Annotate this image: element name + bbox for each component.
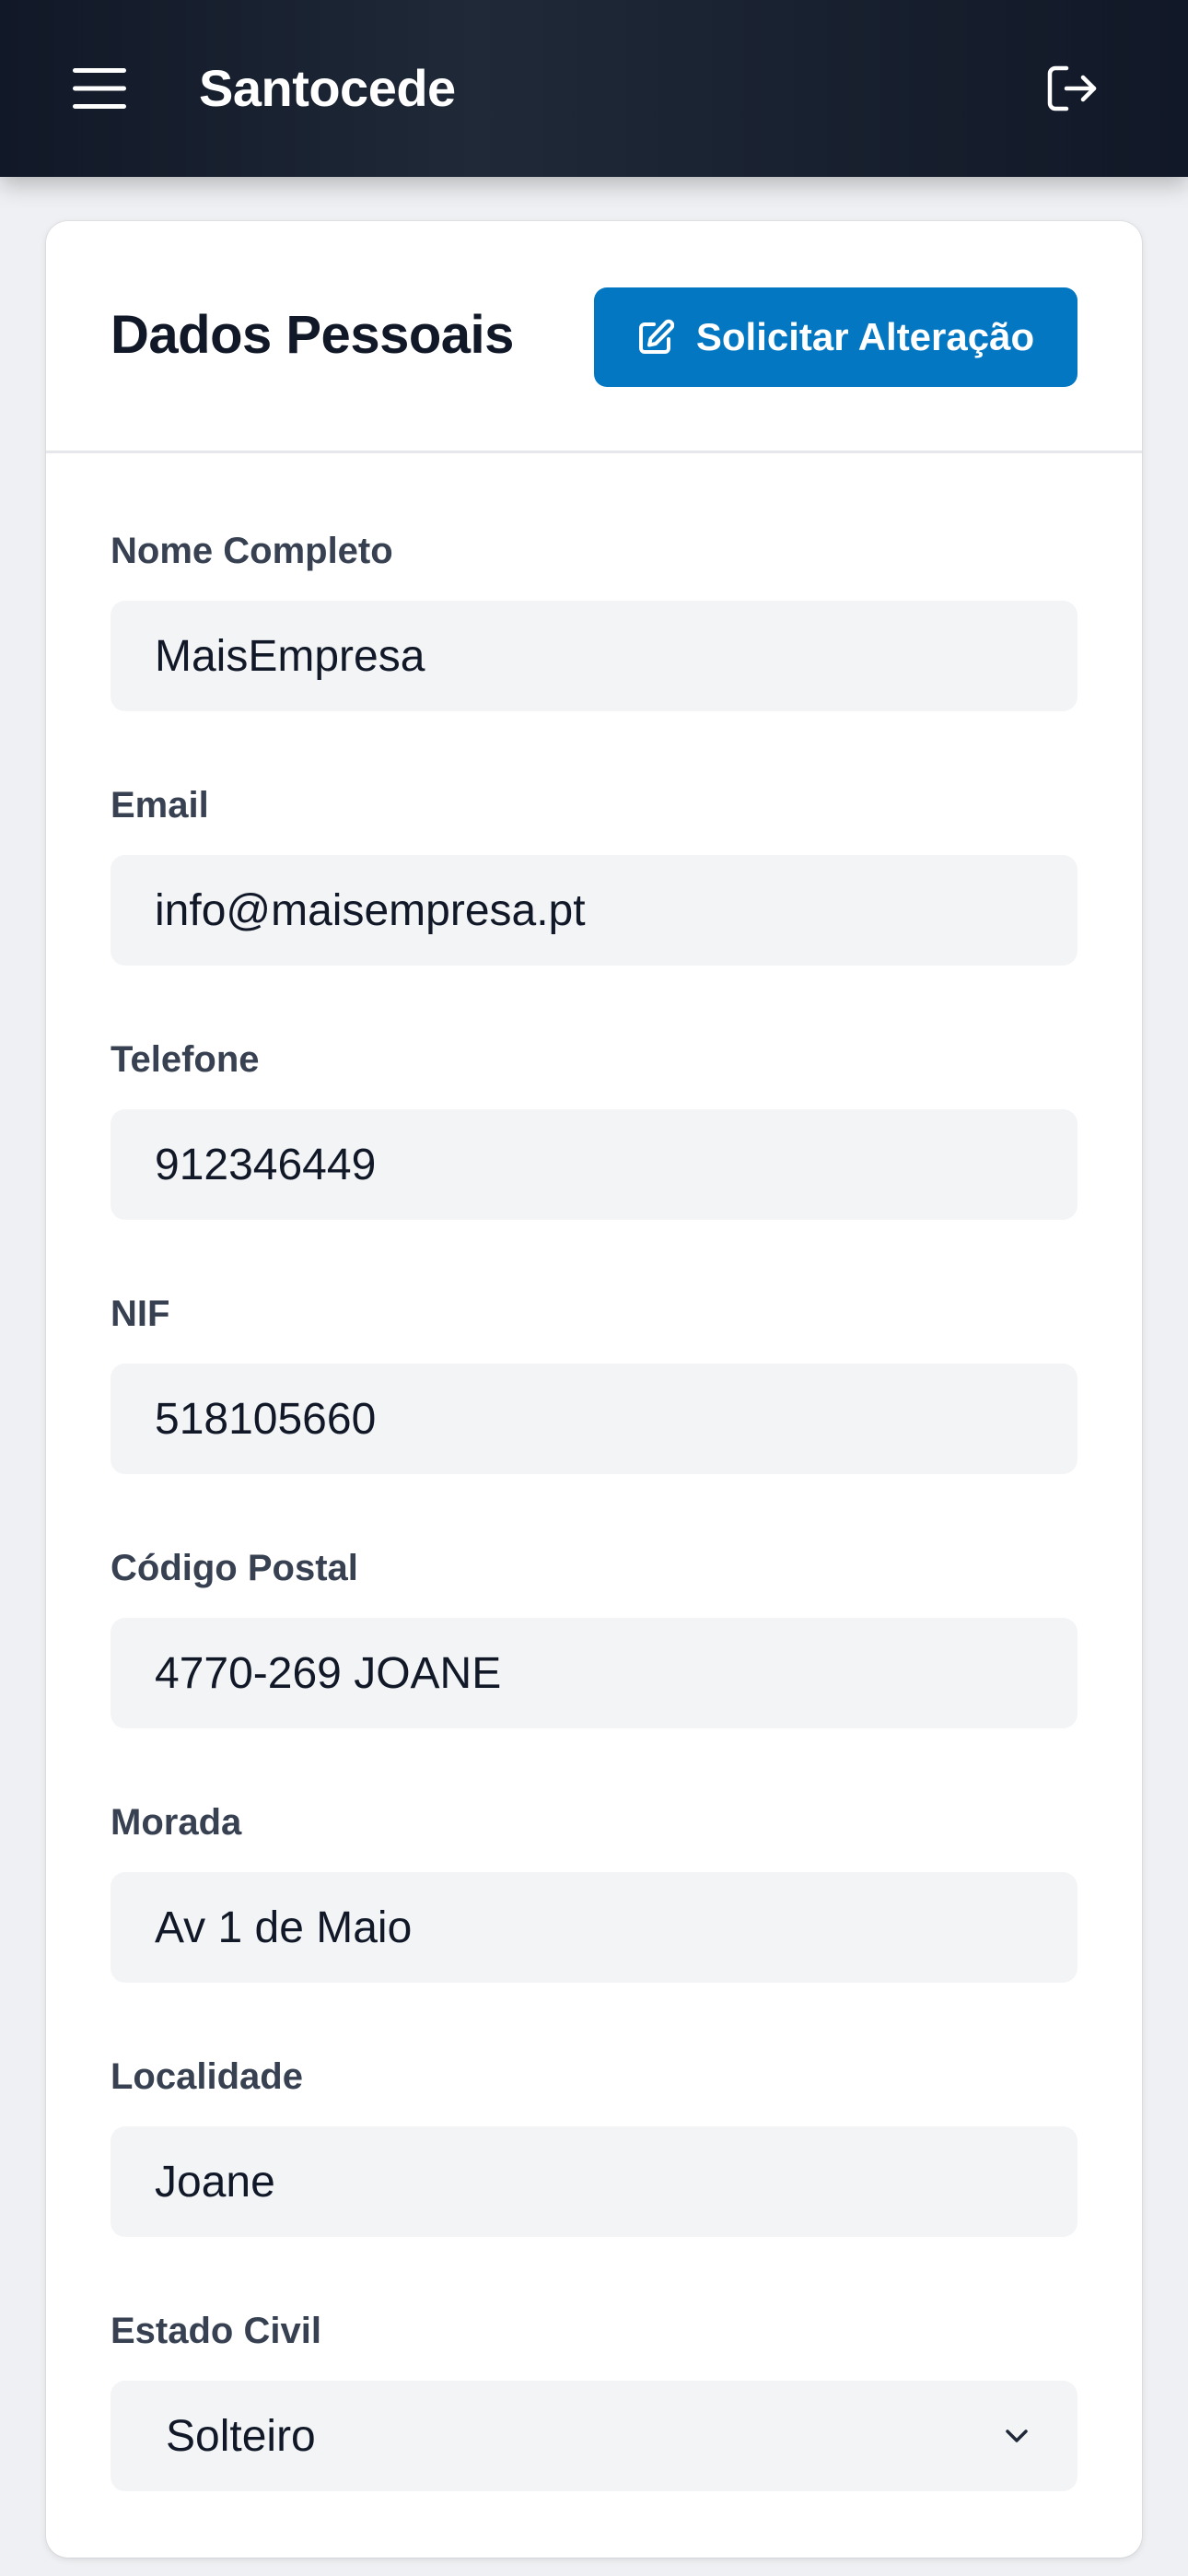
email-label: Email	[111, 785, 209, 825]
logout-button[interactable]	[1035, 57, 1109, 120]
menu-button[interactable]	[66, 57, 133, 120]
nome-field[interactable]: MaisEmpresa	[111, 601, 1077, 711]
nif-field[interactable]: 518105660	[111, 1364, 1077, 1474]
menu-icon	[73, 68, 126, 109]
chevron-down-icon	[1006, 2430, 1028, 2442]
app-brand: Santocede	[199, 59, 456, 117]
codigo-postal-label: Código Postal	[111, 1548, 358, 1588]
card-header: Dados Pessoais Solicitar Alteração	[46, 221, 1142, 453]
request-change-label: Solicitar Alteração	[695, 315, 1035, 358]
top-app-bar: Santocede	[0, 0, 1188, 177]
edit-icon	[638, 319, 674, 354]
telefone-label: Telefone	[111, 1039, 260, 1080]
telefone-field[interactable]: 912346449	[111, 1109, 1077, 1220]
nif-label: NIF	[111, 1294, 170, 1334]
estado-civil-select[interactable]: Solteiro	[111, 2381, 1077, 2491]
personal-data-card: Dados Pessoais Solicitar Alteração Nome …	[46, 221, 1142, 2558]
card-title: Dados Pessoais	[111, 305, 514, 365]
estado-civil-label: Estado Civil	[111, 2311, 321, 2351]
localidade-field[interactable]: Joane	[111, 2126, 1077, 2237]
morada-field[interactable]: Av 1 de Maio	[111, 1872, 1077, 1983]
nome-label: Nome Completo	[111, 531, 393, 571]
estado-civil-value: Solteiro	[166, 2411, 316, 2461]
codigo-postal-field[interactable]: 4770-269 JOANE	[111, 1618, 1077, 1728]
localidade-label: Localidade	[111, 2056, 303, 2097]
morada-label: Morada	[111, 1802, 242, 1843]
email-field[interactable]: info@maisempresa.pt	[111, 855, 1077, 966]
request-change-button[interactable]: Solicitar Alteração	[594, 287, 1077, 387]
logout-icon	[1047, 65, 1097, 111]
